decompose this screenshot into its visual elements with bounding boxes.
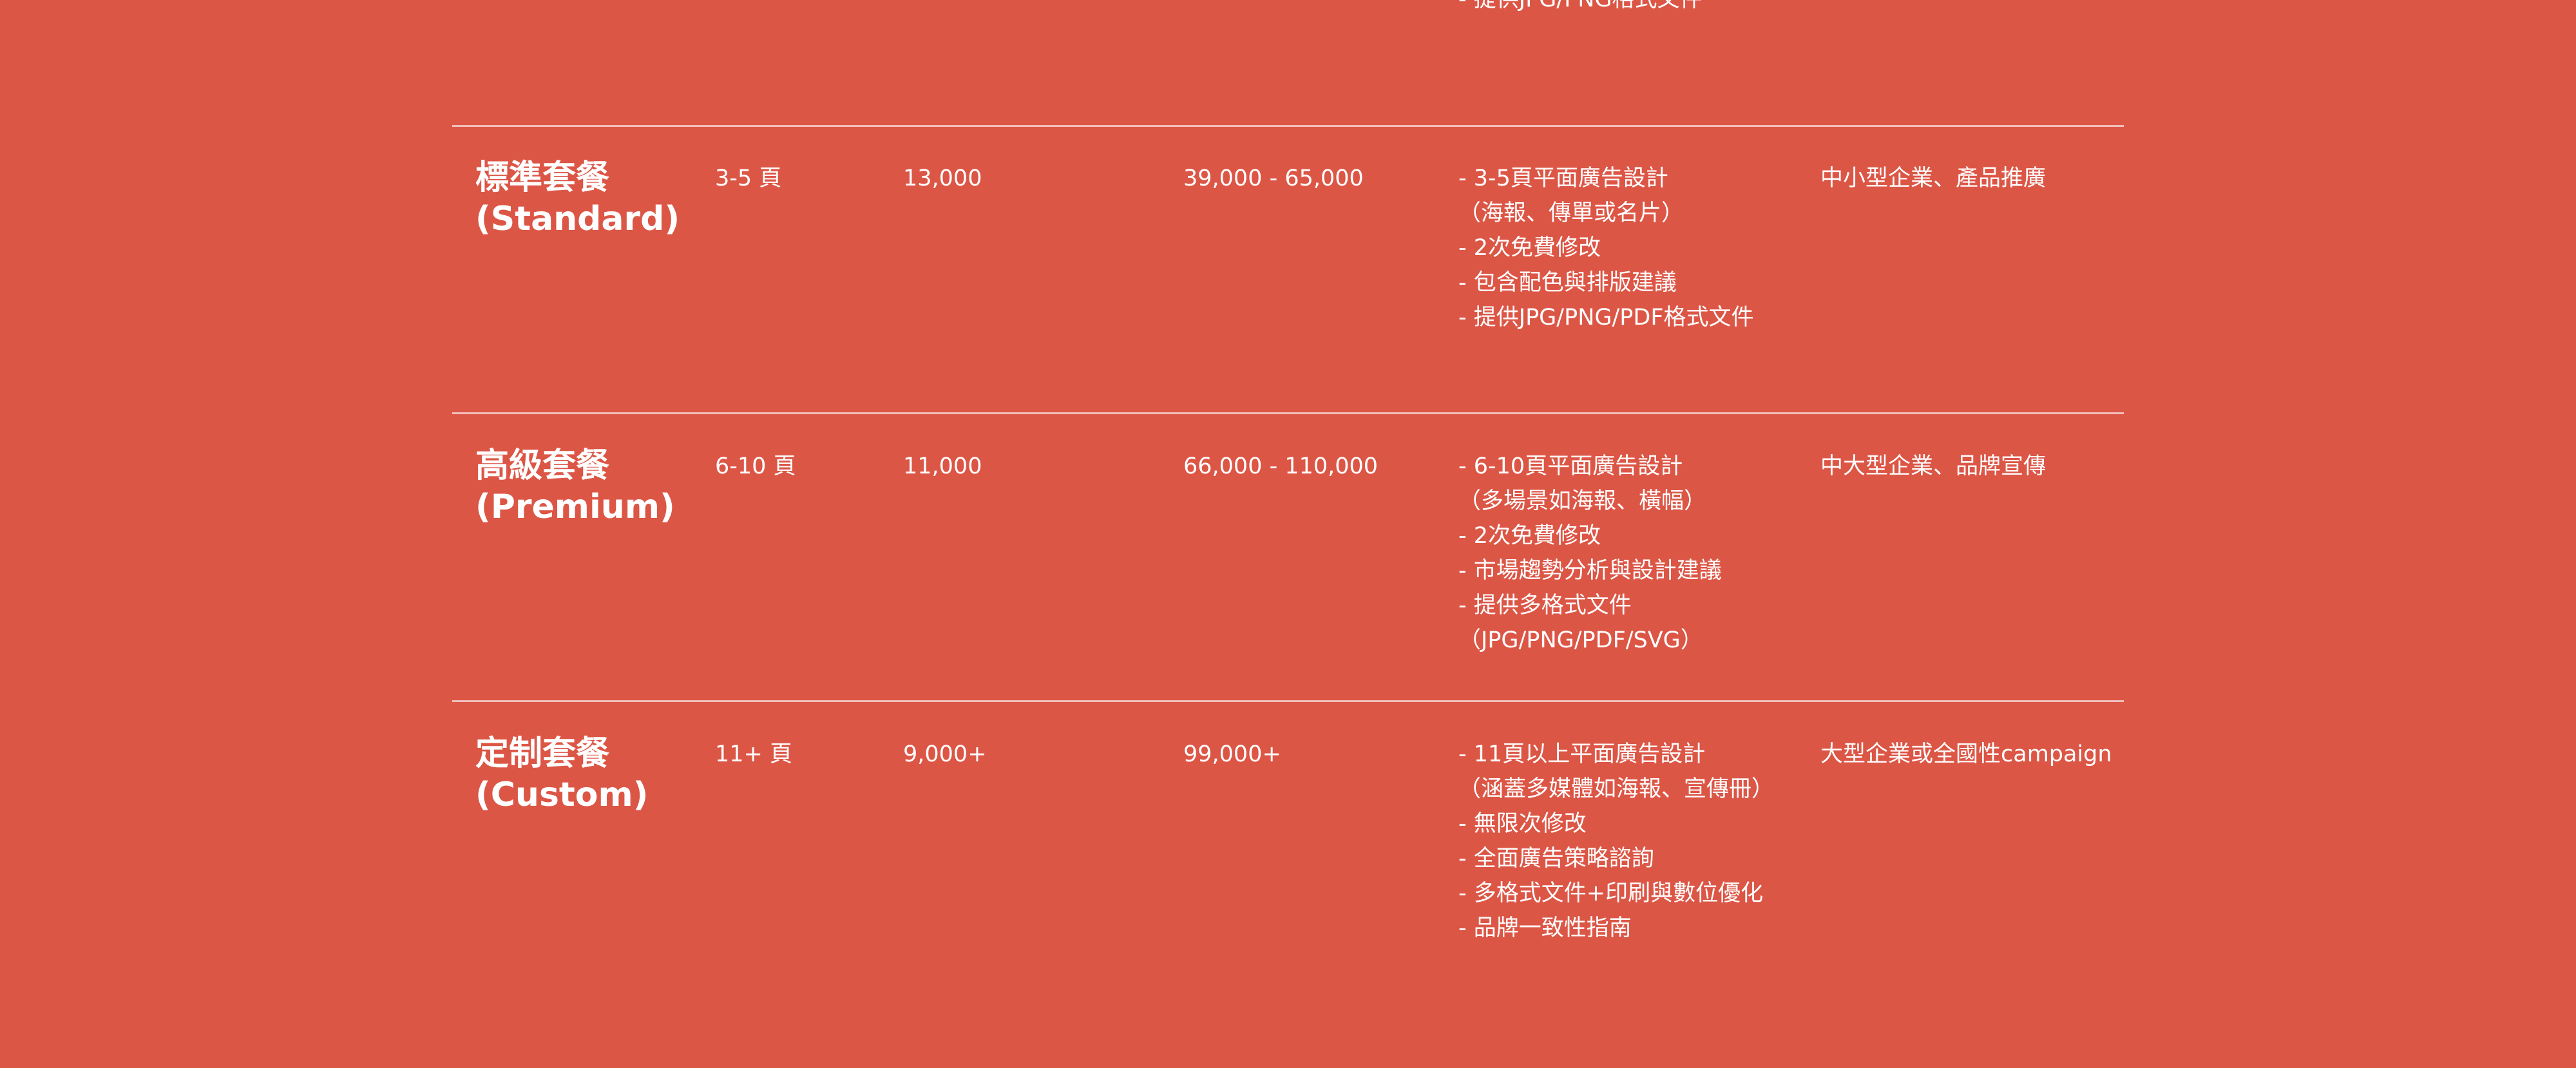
package-content: - 11頁以上平面廣告設計 （涵蓋多媒體如海報、宣傳冊） - 無限次修改 - 全… xyxy=(1458,737,1774,946)
package-total-price: 66,000 - 110,000 xyxy=(1183,453,1379,479)
package-content: - 3-5頁平面廣告設計 （海報、傳單或名片） - 2次免費修改 - 包含配色與… xyxy=(1458,161,1754,335)
content-line: - 提供JPG/PNG/PDF格式文件 xyxy=(1458,305,1754,330)
package-name-zh: 高級套餐 xyxy=(475,446,610,485)
content-line: - 3-5頁平面廣告設計 xyxy=(1458,166,1668,191)
content-line: - 無限次修改 xyxy=(1458,811,1587,837)
package-unit-price: 13,000 xyxy=(903,166,982,191)
package-total-price: 99,000+ xyxy=(1183,741,1281,767)
row-divider xyxy=(452,412,2124,414)
content-line: （涵蓋多媒體如海報、宣傳冊） xyxy=(1458,776,1775,802)
package-target-audience: 大型企業或全國性campaign xyxy=(1820,741,2112,767)
content-line: - 11頁以上平面廣告設計 xyxy=(1458,741,1706,767)
package-name-zh: 標準套餐 xyxy=(475,158,610,197)
package-name-zh: 定制套餐 xyxy=(475,734,610,773)
package-pages: 11+ 頁 xyxy=(715,741,792,767)
package-content: - 6-10頁平面廣告設計 （多場景如海報、橫幅） - 2次免費修改 - 市場趨… xyxy=(1458,449,1722,658)
package-unit-price: 9,000+ xyxy=(903,741,987,767)
pricing-table: - 提供JPG/PNG格式文件 標準套餐 (Standard) 3-5 頁 13… xyxy=(452,0,2124,1068)
package-name: 高級套餐 (Premium) xyxy=(475,445,675,528)
content-line: - 全面廣告策略諮詢 xyxy=(1458,846,1654,872)
package-unit-price: 11,000 xyxy=(903,453,982,479)
content-line: - 包含配色與排版建議 xyxy=(1458,270,1677,296)
content-line: - 品牌一致性指南 xyxy=(1458,915,1632,941)
package-name-en: (Standard) xyxy=(475,200,680,238)
content-line: - 多格式文件+印刷與數位優化 xyxy=(1458,881,1764,906)
content-line: - 6-10頁平面廣告設計 xyxy=(1458,453,1683,479)
content-line: - 市場趨勢分析與設計建議 xyxy=(1458,558,1722,584)
content-line: - 2次免費修改 xyxy=(1458,235,1601,261)
previous-row-content-fragment: - 提供JPG/PNG格式文件 xyxy=(1458,0,1703,17)
row-divider xyxy=(452,125,2124,127)
content-line: - 2次免費修改 xyxy=(1458,523,1601,549)
package-name-en: (Custom) xyxy=(475,776,649,814)
package-name-en: (Premium) xyxy=(475,488,675,526)
content-line: （多場景如海報、橫幅） xyxy=(1458,488,1707,514)
package-pages: 6-10 頁 xyxy=(715,453,796,479)
package-name: 標準套餐 (Standard) xyxy=(475,157,680,240)
content-line: （JPG/PNG/PDF/SVG） xyxy=(1458,627,1703,653)
package-total-price: 39,000 - 65,000 xyxy=(1183,166,1364,191)
package-pages: 3-5 頁 xyxy=(715,166,782,191)
package-target-audience: 中大型企業、品牌宣傳 xyxy=(1820,453,2046,479)
content-line: （海報、傳單或名片） xyxy=(1458,200,1684,226)
package-name: 定制套餐 (Custom) xyxy=(475,733,648,815)
package-target-audience: 中小型企業、產品推廣 xyxy=(1820,166,2046,191)
row-divider xyxy=(452,700,2124,702)
content-line: - 提供多格式文件 xyxy=(1458,593,1632,618)
